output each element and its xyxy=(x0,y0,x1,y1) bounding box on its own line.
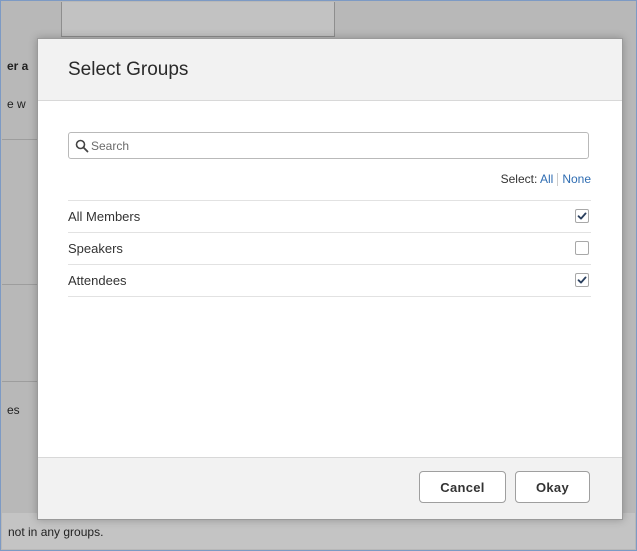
dialog-header: Select Groups xyxy=(38,39,622,101)
dialog-title: Select Groups xyxy=(68,59,189,80)
group-checkbox[interactable] xyxy=(575,209,589,223)
background-text: e w xyxy=(7,97,26,111)
group-checkbox[interactable] xyxy=(575,273,589,287)
check-icon xyxy=(577,276,587,284)
search-box[interactable] xyxy=(68,132,589,159)
check-icon xyxy=(577,212,587,220)
background-panel xyxy=(61,2,335,37)
search-icon xyxy=(75,139,89,153)
select-divider xyxy=(557,173,559,187)
background-footer-text: not in any groups. xyxy=(8,525,104,539)
group-label: Speakers xyxy=(68,241,123,256)
select-all-link[interactable]: All xyxy=(540,172,553,186)
dialog-footer: Cancel Okay xyxy=(38,457,622,519)
background-divider xyxy=(2,139,38,140)
group-row-speakers[interactable]: Speakers xyxy=(68,233,591,265)
cancel-button[interactable]: Cancel xyxy=(419,471,506,503)
group-row-attendees[interactable]: Attendees xyxy=(68,265,591,297)
select-none-link[interactable]: None xyxy=(562,172,591,186)
background-text: es xyxy=(7,403,20,417)
group-checkbox[interactable] xyxy=(575,241,589,255)
okay-button[interactable]: Okay xyxy=(515,471,590,503)
group-label: Attendees xyxy=(68,273,127,288)
background-text: er a xyxy=(7,59,29,73)
search-input[interactable] xyxy=(91,134,571,157)
select-all-none: Select: All None xyxy=(500,172,591,187)
group-row-all-members[interactable]: All Members xyxy=(68,201,591,233)
group-list: All Members Speakers Attendees xyxy=(68,200,591,297)
select-groups-dialog: Select Groups Select: All None All Member… xyxy=(37,38,623,520)
background-divider xyxy=(2,381,38,382)
group-label: All Members xyxy=(68,209,141,224)
background-divider xyxy=(2,284,38,285)
select-label: Select: xyxy=(500,172,538,186)
